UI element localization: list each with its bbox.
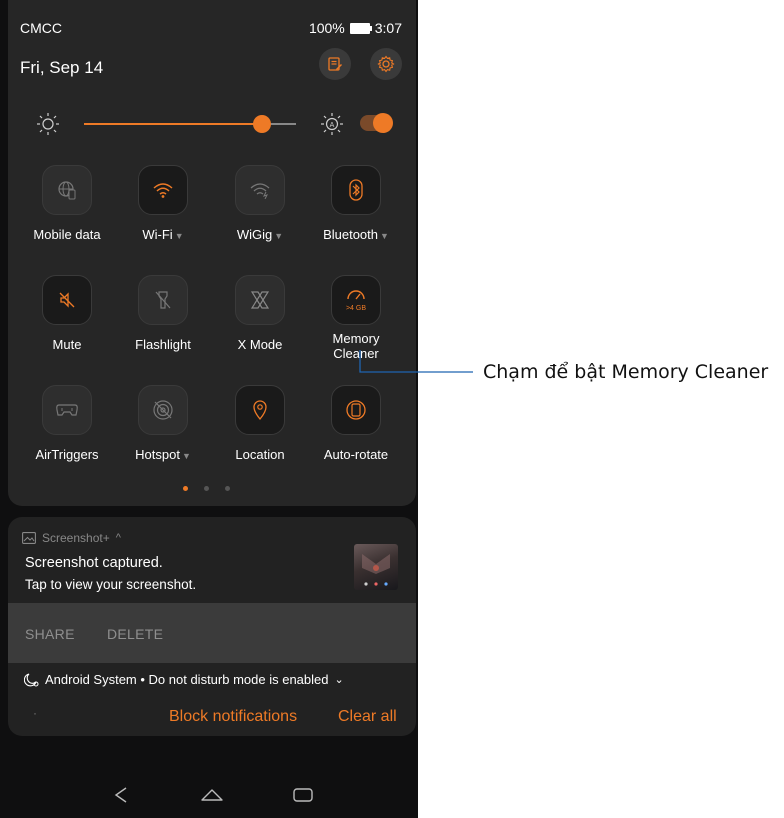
- tile-hotspot[interactable]: Hotspot ▼: [115, 385, 211, 464]
- delete-button[interactable]: DELETE: [107, 626, 163, 642]
- recents-button[interactable]: [291, 784, 315, 806]
- auto-rotate-icon[interactable]: [331, 385, 381, 435]
- callout-connector-line: [359, 350, 473, 373]
- svg-text:>4 GB: >4 GB: [346, 305, 366, 312]
- tile-label: Wi-Fi ▼: [142, 227, 184, 242]
- dropdown-caret-icon[interactable]: ▼: [182, 451, 191, 461]
- dropdown-caret-icon[interactable]: ▼: [175, 231, 184, 241]
- tile-label: Flashlight: [135, 337, 191, 352]
- home-button[interactable]: [200, 784, 224, 806]
- dropdown-caret-icon[interactable]: ▼: [274, 231, 283, 241]
- edit-button[interactable]: [319, 48, 351, 80]
- back-icon: [114, 787, 127, 803]
- location-icon[interactable]: [235, 385, 285, 435]
- clock: 3:07: [374, 20, 402, 36]
- brightness-slider[interactable]: [84, 115, 296, 133]
- chevron-down-icon: ⌄: [334, 674, 344, 686]
- tile-flashlight[interactable]: Flashlight: [115, 275, 211, 352]
- page-dot: [225, 486, 230, 491]
- tile-x-mode[interactable]: X Mode: [212, 275, 308, 352]
- battery-icon: [349, 22, 372, 34]
- dropdown-caret-icon[interactable]: ▼: [380, 231, 389, 241]
- flashlight-icon[interactable]: [138, 275, 188, 325]
- screenshot-thumbnail[interactable]: [354, 544, 398, 590]
- wifi-icon[interactable]: [138, 165, 188, 215]
- back-button[interactable]: [109, 784, 133, 806]
- date-label: Fri, Sep 14: [20, 58, 104, 77]
- tile-label: X Mode: [237, 337, 283, 352]
- dnd-text: Android System • Do not disturb mode is …: [45, 672, 329, 687]
- auto-brightness-icon: A: [321, 113, 343, 135]
- tile-bluetooth[interactable]: Bluetooth ▼: [308, 165, 404, 244]
- block-notifications-button[interactable]: Block notifications: [169, 708, 297, 726]
- page-dot: [183, 486, 188, 491]
- auto-brightness-toggle[interactable]: [360, 113, 393, 133]
- home-icon: [201, 789, 223, 801]
- status-bar: CMCC 100% 3:07: [20, 20, 402, 40]
- tile-label: Mobile data: [33, 227, 101, 242]
- tile-location[interactable]: Location: [212, 385, 308, 462]
- tile-label: Bluetooth ▼: [323, 227, 389, 242]
- hotspot-icon[interactable]: [138, 385, 188, 435]
- airtriggers-icon[interactable]: [42, 385, 92, 435]
- recents-icon: [293, 788, 313, 802]
- svg-text:A: A: [330, 122, 335, 129]
- tile-label: Location: [235, 447, 285, 462]
- notification-card[interactable]: Screenshot+ ^ Screenshot captured. Tap t…: [8, 517, 416, 736]
- tile-wifi[interactable]: Wi-Fi ▼: [115, 165, 211, 244]
- chevron-up-icon: ^: [115, 532, 121, 544]
- phone-screen: CMCC 100% 3:07 Fri, Sep 14 A Mobile data…: [0, 0, 418, 818]
- bluetooth-icon[interactable]: [331, 165, 381, 215]
- separator-dot: ·: [33, 706, 37, 720]
- share-button[interactable]: SHARE: [25, 626, 75, 642]
- moon-icon: [24, 672, 39, 686]
- mute-icon[interactable]: [42, 275, 92, 325]
- tile-globe[interactable]: Mobile data: [19, 165, 115, 242]
- brightness-icon: [37, 113, 59, 135]
- tile-mute[interactable]: Mute: [19, 275, 115, 352]
- notification-text: Tap to view your screenshot.: [25, 577, 197, 592]
- dnd-notification[interactable]: Android System • Do not disturb mode is …: [24, 672, 344, 687]
- tile-label: Mute: [52, 337, 82, 352]
- tile-label: WiGig ▼: [236, 227, 284, 242]
- tile-wigig[interactable]: WiGig ▼: [212, 165, 308, 244]
- x-mode-icon[interactable]: [235, 275, 285, 325]
- notification-title: Screenshot captured.: [25, 555, 163, 571]
- gear-icon: [377, 55, 395, 73]
- callout-label: Chạm để bật Memory Cleaner: [483, 361, 769, 383]
- carrier-label: CMCC: [20, 20, 62, 36]
- tile-airtriggers[interactable]: AirTriggers: [19, 385, 115, 462]
- page-indicator: [183, 486, 230, 491]
- battery-percent: 100%: [308, 20, 345, 36]
- edit-icon: [328, 57, 342, 71]
- tile-auto-rotate[interactable]: Auto-rotate: [308, 385, 404, 462]
- tile-label: AirTriggers: [35, 447, 99, 462]
- tile-label: Auto-rotate: [323, 447, 389, 462]
- navigation-bar: [0, 770, 418, 818]
- memory-cleaner-icon[interactable]: >4 GB: [331, 275, 381, 325]
- clear-all-button[interactable]: Clear all: [338, 708, 397, 726]
- notification-header[interactable]: Screenshot+ ^: [22, 531, 121, 545]
- tile-memory-cleaner[interactable]: >4 GB Memory Cleaner: [308, 275, 404, 361]
- wigig-icon[interactable]: [235, 165, 285, 215]
- notification-actions: SHARE DELETE: [8, 603, 416, 663]
- brightness-row: A: [36, 110, 396, 138]
- brightness-slider-thumb[interactable]: [253, 115, 272, 133]
- globe-icon[interactable]: [42, 165, 92, 215]
- tile-label: Hotspot ▼: [135, 447, 191, 462]
- settings-button[interactable]: [370, 48, 402, 80]
- image-icon: [22, 532, 36, 544]
- notification-app-name: Screenshot+: [42, 531, 110, 545]
- page-dot: [204, 486, 209, 491]
